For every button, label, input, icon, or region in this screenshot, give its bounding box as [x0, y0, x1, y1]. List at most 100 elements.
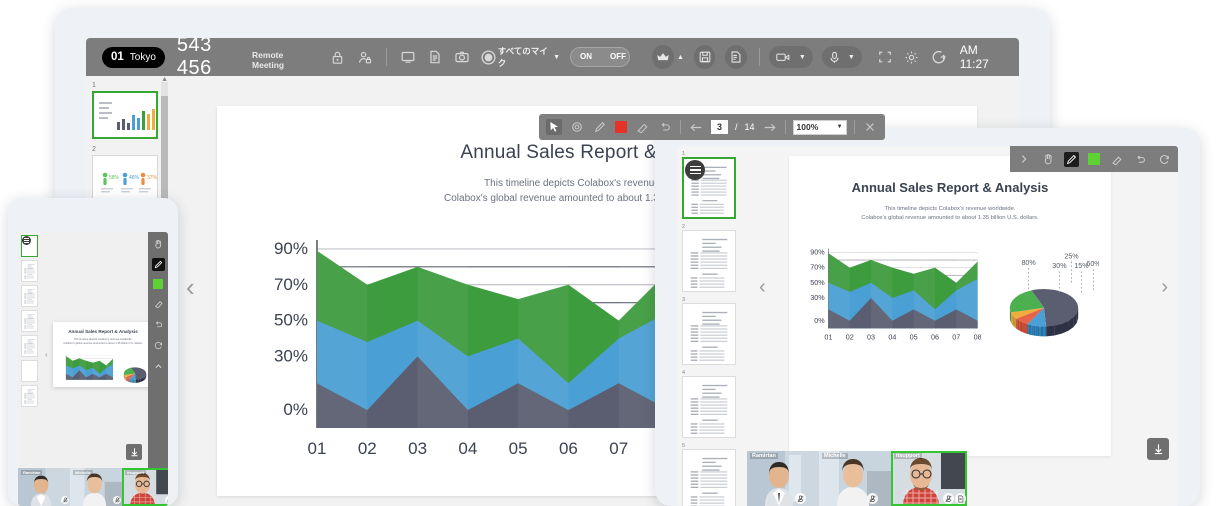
undo-icon[interactable] [152, 318, 165, 331]
prev-page-icon[interactable] [688, 119, 704, 135]
gear-icon[interactable] [903, 47, 921, 67]
desktop-topbar: 01 Tokyo 543 456 Remote Meeting すべてのマイク … [86, 38, 1019, 79]
list-item[interactable]: 1 [682, 151, 747, 219]
tablet-thumbnail-1[interactable] [682, 157, 736, 219]
phone-annotation-toolbar[interactable] [148, 232, 168, 506]
tablet-thumbnail-4[interactable] [682, 376, 736, 438]
list-item[interactable]: 1 [92, 82, 172, 139]
close-icon[interactable] [862, 119, 878, 135]
tablet-next-slide-button[interactable]: › [1161, 276, 1168, 299]
monitor-icon[interactable] [399, 47, 417, 67]
refresh-icon[interactable] [1157, 152, 1172, 167]
cursor-icon[interactable] [546, 119, 562, 135]
list-item[interactable]: 2 [682, 224, 747, 292]
chevron-down-icon[interactable]: ▼ [837, 124, 843, 130]
fullscreen-icon[interactable] [876, 47, 894, 67]
user-lock-icon[interactable] [356, 47, 374, 67]
save-icon[interactable] [693, 45, 716, 69]
camera-toggle-button[interactable]: ▼ [768, 46, 813, 68]
tablet-prev-slide-button[interactable]: ‹ [759, 276, 766, 299]
phone-participant-tile-1[interactable]: Ramirtan [18, 468, 70, 506]
mic-selector[interactable]: すべてのマイク ▼ [498, 45, 560, 69]
mic-muted-icon[interactable] [61, 496, 69, 504]
phone-participant-tile-3[interactable]: itsupport [122, 468, 168, 506]
color-swatch-green[interactable] [1088, 153, 1100, 165]
toggle-on-label[interactable]: ON [571, 48, 601, 66]
list-item[interactable]: 3 [682, 297, 747, 365]
participant-tile-1[interactable]: Ramirtan [747, 451, 819, 506]
crown-dropdown-icon[interactable]: ▲ [677, 54, 684, 61]
tablet-thumbnail-2[interactable] [682, 230, 736, 292]
phone-participant-strip[interactable]: Ramirtan Michelle itsupport [18, 468, 168, 506]
color-swatch-red[interactable] [615, 121, 627, 133]
chevron-up-icon[interactable] [152, 360, 165, 373]
phone-thumbnail-panel[interactable] [18, 232, 42, 506]
list-item[interactable]: 4 [682, 370, 747, 438]
camera-icon[interactable] [453, 47, 471, 67]
pen-icon[interactable] [151, 258, 165, 271]
prev-slide-button[interactable]: ‹ [186, 272, 195, 303]
slide-thumbnail-2[interactable]: 58% 46% 37% [92, 155, 158, 203]
svg-text:30%: 30% [274, 346, 308, 365]
annotation-toolbar[interactable]: 3 / 14 100% ▼ [539, 114, 885, 140]
mic-muted-icon[interactable] [113, 496, 121, 504]
eraser-icon[interactable] [152, 297, 165, 310]
list-item[interactable]: 5 [682, 443, 747, 506]
chevron-right-icon[interactable] [1016, 152, 1031, 167]
tablet-slide-canvas[interactable]: Annual Sales Report & Analysis This time… [789, 156, 1111, 456]
slide-thumbnail-1[interactable] [92, 91, 158, 139]
document-icon[interactable] [426, 47, 444, 67]
mic-dropdown-icon[interactable]: ▼ [848, 54, 855, 61]
phone-thumbnail-2[interactable] [21, 260, 38, 282]
hand-icon[interactable] [152, 237, 165, 250]
phone-thumbnail-6[interactable] [21, 360, 38, 382]
screen-share-icon[interactable] [955, 493, 966, 504]
phone-thumbnail-3[interactable] [21, 285, 38, 307]
phone-thumbnail-4[interactable] [21, 310, 38, 332]
participant-tile-3[interactable]: itsupport [891, 451, 967, 506]
eraser-icon[interactable] [1109, 152, 1124, 167]
tablet-thumbnail-5[interactable] [682, 449, 736, 506]
tablet-annotation-toolbar[interactable] [1010, 146, 1178, 172]
tablet-thumbnail-panel[interactable]: 1 2 3 4 5 [677, 146, 747, 506]
tablet-participant-strip[interactable]: Ramirtan Michelle itsupport [747, 451, 1178, 506]
mic-muted-icon[interactable] [165, 496, 168, 504]
phone-slide-canvas[interactable]: Annual Sales Report & Analysis This time… [53, 322, 153, 387]
mic-muted-icon[interactable] [867, 493, 878, 504]
lock-icon[interactable] [329, 47, 347, 67]
mic-muted-icon[interactable] [943, 493, 954, 504]
color-swatch-green[interactable] [153, 279, 163, 289]
phone-prev-slide-button[interactable]: ‹ [45, 350, 48, 359]
camera-dropdown-icon[interactable]: ▼ [799, 54, 806, 61]
next-page-icon[interactable] [762, 119, 778, 135]
exit-icon[interactable] [930, 47, 948, 67]
mic-toggle-button[interactable]: ▼ [821, 46, 862, 68]
mic-muted-icon[interactable] [795, 493, 806, 504]
menu-icon[interactable] [22, 236, 31, 245]
phone-thumbnail-5[interactable] [21, 335, 38, 357]
phone-thumbnail-1[interactable] [21, 235, 38, 257]
document-list-icon[interactable] [725, 45, 748, 69]
toggle-off-label[interactable]: OFF [601, 48, 629, 66]
circle-tool-icon[interactable] [569, 119, 585, 135]
phone-participant-tile-2[interactable]: Michelle [70, 468, 122, 506]
scrollbar-thumb[interactable] [161, 96, 168, 206]
pen-icon[interactable] [592, 119, 608, 135]
page-number-input[interactable]: 3 [711, 120, 728, 134]
menu-icon[interactable] [685, 160, 705, 180]
undo-icon[interactable] [1133, 152, 1148, 167]
list-item[interactable]: 2 58% 46% 37% [92, 146, 172, 203]
phone-thumbnail-7[interactable] [21, 385, 38, 407]
tablet-thumbnail-3[interactable] [682, 303, 736, 365]
crown-icon[interactable] [652, 45, 674, 69]
pen-icon[interactable] [1064, 151, 1079, 167]
eraser-icon[interactable] [634, 119, 650, 135]
refresh-icon[interactable] [152, 339, 165, 352]
undo-icon[interactable] [657, 119, 673, 135]
participant-tile-2[interactable]: Michelle [819, 451, 891, 506]
record-icon[interactable] [480, 47, 498, 67]
hand-icon[interactable] [1040, 152, 1055, 167]
mic-on-off-toggle[interactable]: ON OFF [570, 47, 631, 67]
zoom-select[interactable]: 100% ▼ [792, 119, 847, 135]
phone-download-button[interactable] [126, 444, 142, 460]
